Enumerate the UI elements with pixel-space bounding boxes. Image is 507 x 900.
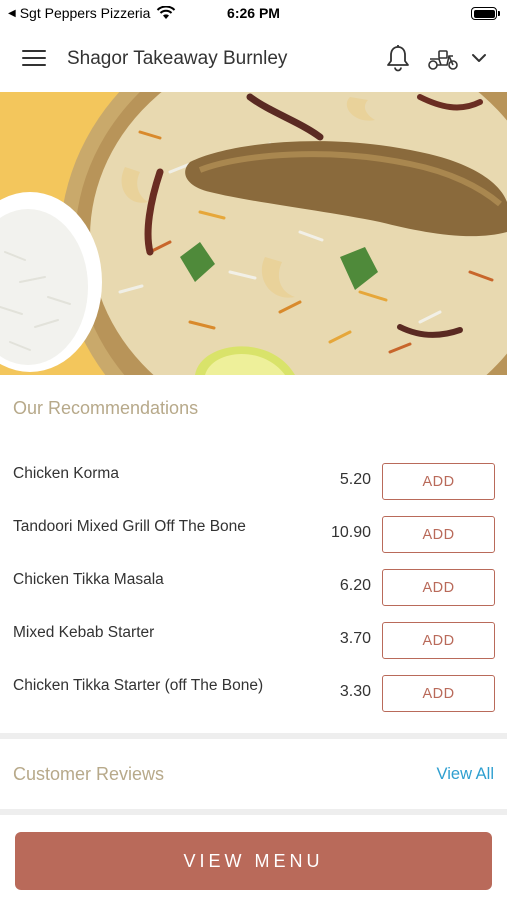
item-name: Chicken Tikka Starter (off The Bone) xyxy=(13,677,264,694)
hamburger-menu-icon[interactable] xyxy=(22,50,46,70)
recommendations-list: Chicken Korma 5.20 ADD Tandoori Mixed Gr… xyxy=(0,463,507,728)
item-name: Tandoori Mixed Grill Off The Bone xyxy=(13,518,246,535)
status-bar: ◀ Sgt Peppers Pizzeria 6:26 PM xyxy=(0,0,507,28)
list-item: Chicken Tikka Starter (off The Bone) 3.3… xyxy=(0,675,507,728)
item-name: Chicken Tikka Masala xyxy=(13,571,164,588)
list-item: Chicken Korma 5.20 ADD xyxy=(0,463,507,516)
item-price: 5.20 xyxy=(339,471,371,488)
item-price: 3.70 xyxy=(339,630,371,647)
add-button[interactable]: ADD xyxy=(382,675,495,712)
status-time: 6:26 PM xyxy=(227,5,280,21)
list-item: Tandoori Mixed Grill Off The Bone 10.90 … xyxy=(0,516,507,569)
divider xyxy=(0,733,507,739)
battery-icon xyxy=(471,7,500,20)
chevron-down-icon[interactable] xyxy=(470,51,488,65)
recommendations-title: Our Recommendations xyxy=(13,398,199,418)
list-item: Mixed Kebab Starter 3.70 ADD xyxy=(0,622,507,675)
add-button[interactable]: ADD xyxy=(382,622,495,659)
add-button[interactable]: ADD xyxy=(382,516,495,553)
add-button[interactable]: ADD xyxy=(382,569,495,606)
list-item: Chicken Tikka Masala 6.20 ADD xyxy=(0,569,507,622)
view-all-link[interactable]: View All xyxy=(437,765,494,784)
reviews-title: Customer Reviews xyxy=(13,764,165,784)
view-menu-button[interactable]: VIEW MENU xyxy=(15,832,492,890)
item-price: 10.90 xyxy=(330,524,371,541)
biryani-dish-photo xyxy=(0,92,507,375)
app-header: Shagor Takeaway Burnley xyxy=(0,28,507,92)
page-title: Shagor Takeaway Burnley xyxy=(67,48,288,69)
item-price: 3.30 xyxy=(339,683,371,700)
item-name: Mixed Kebab Starter xyxy=(13,624,155,641)
bell-icon[interactable] xyxy=(385,44,411,72)
item-name: Chicken Korma xyxy=(13,465,119,482)
item-price: 6.20 xyxy=(339,577,371,594)
bottom-bar: VIEW MENU xyxy=(0,815,507,900)
hero-image xyxy=(0,92,507,375)
add-button[interactable]: ADD xyxy=(382,463,495,500)
scooter-icon[interactable] xyxy=(427,46,459,72)
